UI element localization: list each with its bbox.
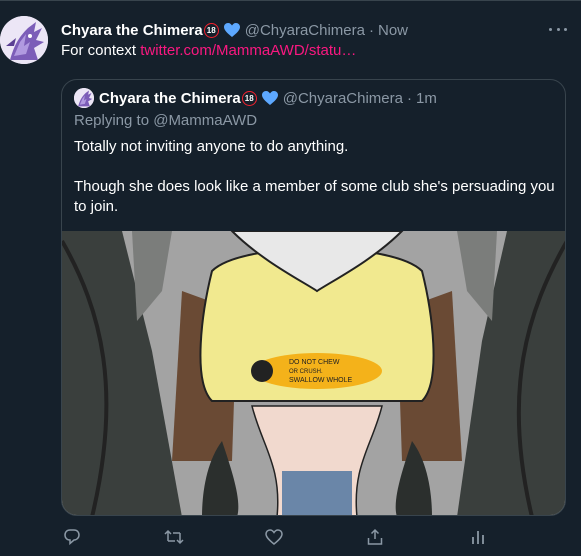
author-name[interactable]: Chyara the Chimera xyxy=(61,22,203,39)
more-options-icon[interactable] xyxy=(549,24,567,34)
retweet-icon[interactable] xyxy=(163,526,185,548)
quoted-time: 1m xyxy=(415,89,437,107)
sign-line-3: SWALLOW WHOLE xyxy=(289,377,352,384)
quoted-separator: · xyxy=(406,89,412,107)
quoted-author-avatar xyxy=(74,88,94,108)
author-avatar[interactable] xyxy=(0,16,48,64)
reply-icon[interactable] xyxy=(61,526,83,548)
tweet-text-prefix: For context xyxy=(61,42,137,59)
author-handle[interactable]: @ChyaraChimera xyxy=(245,22,365,39)
quoted-author-handle: @ChyaraChimera xyxy=(282,89,403,107)
sign-line-2: OR CRUSH. xyxy=(289,369,323,375)
tweet-link[interactable]: twitter.com/MammaAWD/statu… xyxy=(140,42,356,59)
quoted-text: Totally not inviting anyone to do anythi… xyxy=(74,137,559,217)
tweet-header: Chyara the Chimera 18 @ChyaraChimera · N… xyxy=(61,20,408,40)
action-bar xyxy=(61,526,491,548)
quoted-age-badge: 18 xyxy=(241,90,257,106)
analytics-icon[interactable] xyxy=(467,526,489,548)
sign-line-1: DO NOT CHEW xyxy=(289,359,340,366)
age-badge: 18 xyxy=(203,22,219,38)
quoted-author-name: Chyara the Chimera xyxy=(99,89,241,107)
like-icon[interactable] xyxy=(263,526,285,548)
tweet-time[interactable]: Now xyxy=(378,22,408,39)
share-icon[interactable] xyxy=(364,526,386,548)
replying-to: Replying to @MammaAWD xyxy=(74,112,258,129)
quoted-paragraph-2: Though she does look like a member of so… xyxy=(74,178,555,215)
quoted-blue-heart-icon xyxy=(261,90,278,106)
top-border xyxy=(0,0,581,1)
quoted-header: Chyara the Chimera 18 @ChyaraChimera · 1… xyxy=(99,89,437,107)
separator: · xyxy=(368,21,374,39)
quoted-tweet[interactable]: Chyara the Chimera 18 @ChyaraChimera · 1… xyxy=(61,79,566,516)
quoted-image[interactable]: DO NOT CHEW OR CRUSH. SWALLOW WHOLE xyxy=(62,230,565,515)
tweet-text: For context twitter.com/MammaAWD/statu… xyxy=(61,42,356,59)
quoted-paragraph-1: Totally not inviting anyone to do anythi… xyxy=(74,138,349,155)
blue-heart-icon xyxy=(223,22,240,38)
